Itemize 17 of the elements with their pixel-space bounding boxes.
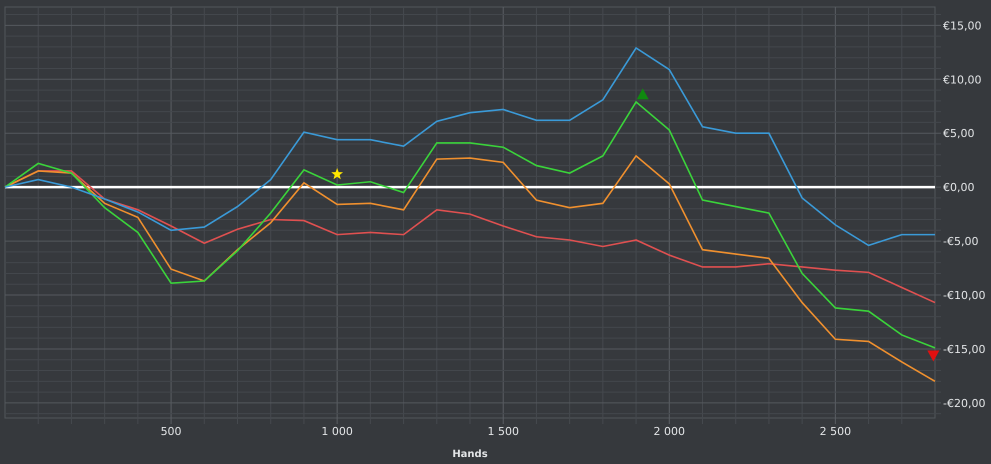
axis-label: €10,00 <box>943 73 982 86</box>
axis-label: €5,00 <box>943 127 974 140</box>
axis-label: 2 000 <box>654 425 686 438</box>
axis-title: Hands <box>452 449 488 460</box>
triangle-icon <box>927 350 940 362</box>
axis-label: -€20,00 <box>943 396 986 410</box>
star-icon <box>331 168 344 180</box>
axis-label: 2 500 <box>820 425 852 438</box>
axis-label: -€5,00 <box>943 235 978 248</box>
axis-label: €0,00 <box>943 181 974 194</box>
axis-label: -€15,00 <box>943 342 986 356</box>
axis-label: -€10,00 <box>943 289 986 302</box>
triangle-icon <box>636 88 649 100</box>
axis-label: 1 500 <box>487 425 519 438</box>
axis-label: 1 000 <box>321 425 353 438</box>
axis-label: 500 <box>160 425 182 438</box>
axis-label: €15,00 <box>943 19 982 32</box>
